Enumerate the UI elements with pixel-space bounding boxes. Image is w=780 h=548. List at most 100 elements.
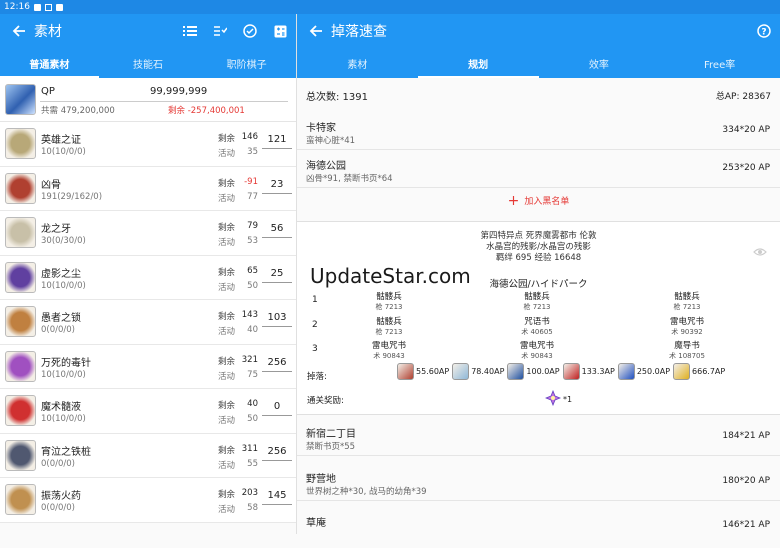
drop-item-icon[interactable] (673, 363, 691, 380)
back-arrow-icon[interactable] (305, 23, 327, 39)
event-label: 活动 (218, 416, 236, 426)
total-summary: 总次数: 1391 总AP: 28367 (297, 78, 780, 112)
tab-efficiency[interactable]: 效率 (539, 48, 660, 78)
enemy-hp: 枪 7213 (375, 327, 403, 336)
enemy: 咒语书术 40605 (487, 315, 587, 337)
plan-input[interactable]: 256 (262, 357, 292, 372)
quest-ap: 253*20 AP (722, 163, 770, 173)
quest-drops: 蛮神心脏*41 (306, 136, 356, 146)
enemy-name: 骷髅兵 (376, 292, 402, 302)
event-value: 50 (247, 280, 258, 291)
drop-item-icon[interactable] (507, 363, 525, 380)
page-title: 掉落速查 (331, 24, 387, 40)
remain-value: 311 (241, 443, 258, 454)
tab-materials[interactable]: 素材 (297, 48, 418, 78)
material-name: 愚者之锁 (41, 313, 81, 324)
quest-title: 卡特家 (306, 123, 336, 134)
material-row[interactable]: 龙之牙 30(0/30/0) 剩余 79 活动 53 56 (0, 211, 296, 256)
enemy-hp: 术 40605 (521, 327, 553, 336)
material-row[interactable]: 英雄之证 10(10/0/0) 剩余 146 活动 35 121 (0, 122, 296, 167)
drop-ap-rate: 55.60AP (416, 367, 450, 376)
clear-reward-count: *1 (563, 394, 573, 404)
svg-text:?: ? (761, 28, 766, 38)
tab-class-pieces[interactable]: 职阶棋子 (197, 48, 296, 78)
remain-value: 146 (241, 132, 258, 142)
qp-row[interactable]: QP 99,999,999 共需 479,200,000 剩余 -257,400… (0, 78, 296, 122)
quest-row[interactable]: 卡特家 蛮神心脏*41 334*20 AP (297, 112, 780, 150)
material-row[interactable]: 虚影之尘 10(10/0/0) 剩余 65 活动 50 25 (0, 255, 296, 300)
enemy: 骷髅兵枪 7213 (637, 290, 737, 312)
quest-drops: 凶骨*91, 禁断书页*64 (306, 174, 393, 184)
event-label: 活动 (218, 327, 236, 337)
right-app-bar: 掉落速查 ? (297, 14, 780, 48)
enemy-hp: 术 108705 (669, 352, 705, 360)
plan-input[interactable]: 121 (262, 134, 292, 149)
page-title: 素材 (34, 24, 62, 40)
remain-label: 剩余 (218, 445, 236, 456)
material-count: 0(0/0/0) (41, 503, 75, 513)
list-icon[interactable] (182, 23, 198, 39)
add-blacklist-button[interactable]: + 加入黑名单 (297, 188, 780, 213)
drop-ap-rate: 100.0AP (526, 367, 560, 376)
drop-item-icon[interactable] (397, 363, 414, 380)
material-row[interactable]: 凶骨 191(29/162/0) 剩余 -91 活动 77 23 (0, 166, 296, 211)
drop-item-icon[interactable] (452, 363, 470, 380)
quest-title: 新宿二丁目 (306, 429, 356, 440)
remain-value: 65 (247, 265, 258, 276)
plan-input[interactable]: 23 (262, 179, 292, 194)
event-value: 55 (247, 458, 258, 469)
material-row[interactable]: 万死的毒针 10(10/0/0) 剩余 321 活动 75 256 (0, 344, 296, 389)
remain-label: 剩余 (218, 267, 236, 278)
material-row[interactable]: 魔术髓液 10(10/0/0) 剩余 40 活动 50 0 (0, 389, 296, 434)
material-count: 0(0/0/0) (41, 458, 75, 469)
plan-input[interactable]: 25 (262, 268, 292, 283)
plan-input[interactable]: 103 (262, 312, 292, 327)
plan-input[interactable]: 256 (262, 446, 292, 461)
remain-value: 321 (241, 354, 258, 365)
tab-free-rate[interactable]: Free率 (659, 48, 780, 78)
plan-input[interactable]: 145 (262, 490, 292, 505)
eye-icon[interactable] (752, 244, 768, 260)
plus-icon: + (507, 192, 520, 209)
drop-item-icon[interactable] (562, 363, 580, 380)
total-count: 总次数: 1391 (306, 91, 368, 103)
back-arrow-icon[interactable] (8, 23, 30, 39)
enemy-hp: 枪 7213 (523, 303, 551, 311)
calculator-icon[interactable] (272, 23, 288, 39)
tab-normal-materials[interactable]: 普通素材 (0, 48, 99, 78)
checklist-icon[interactable] (212, 23, 228, 39)
drop-item-icon[interactable] (617, 363, 635, 380)
event-label: 活动 (218, 505, 236, 515)
enemy-name: 骷髅兵 (674, 292, 700, 302)
quest-row[interactable]: 新宿二丁目 禁断书页*55 184*21 AP (297, 418, 780, 456)
material-name: 凶骨 (41, 179, 61, 191)
material-icon (5, 484, 36, 515)
event-value: 40 (247, 325, 258, 335)
check-circle-icon[interactable] (242, 23, 258, 39)
material-row[interactable]: 振荡火药 0(0/0/0) 剩余 203 活动 58 145 (0, 478, 296, 523)
enemy-hp: 术 90392 (671, 327, 703, 336)
plan-input[interactable]: 56 (262, 223, 292, 238)
wave-number: 1 (312, 295, 318, 305)
material-name: 英雄之证 (41, 135, 81, 146)
tab-skill-gems[interactable]: 技能石 (99, 48, 198, 78)
drop-ap-rate: 666.7AP (692, 367, 726, 376)
help-icon[interactable]: ? (756, 23, 772, 39)
drop-ap-rate: 250.0AP (636, 367, 671, 376)
material-icon (5, 217, 36, 248)
qp-remain: 剩余 -257,400,001 (168, 106, 245, 116)
drop-list: 55.60AP 78.40AP 100.0AP 133.3AP 250.0AP 666.7… (397, 363, 726, 380)
material-row[interactable]: 愚者之锁 0(0/0/0) 剩余 143 活动 40 103 (0, 300, 296, 345)
tab-plan[interactable]: 规划 (417, 48, 539, 78)
nav-bar (0, 534, 780, 548)
quest-drops: 世界树之种*30, 战马的幼角*39 (306, 486, 427, 497)
enemy: 雷电咒书术 90843 (487, 339, 587, 361)
material-row[interactable]: 宵泣之铁桩 0(0/0/0) 剩余 311 活动 55 256 (0, 433, 296, 478)
quest-row[interactable]: 野营地 世界树之种*30, 战马的幼角*39 180*20 AP (297, 462, 780, 501)
plan-input[interactable]: 0 (262, 401, 292, 416)
material-icon (5, 439, 36, 471)
saint-quartz-icon (544, 389, 562, 408)
enemy-hp: 术 90843 (373, 352, 405, 360)
remain-label: 剩余 (218, 223, 236, 233)
quest-row[interactable]: 海德公园 凶骨*91, 禁断书页*64 253*20 AP (297, 150, 780, 188)
